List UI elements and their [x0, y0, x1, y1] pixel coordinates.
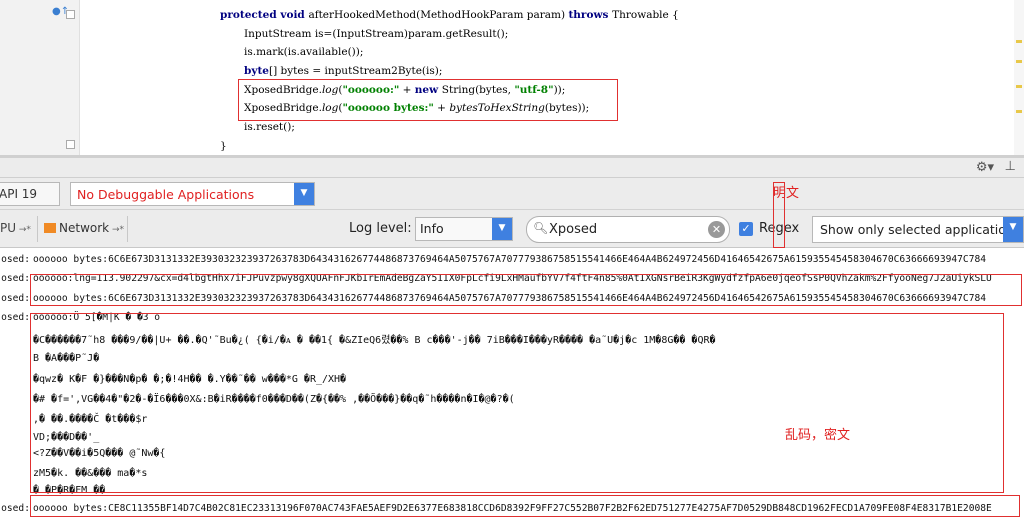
filter-value: Show only selected application	[820, 222, 1014, 237]
api-label: API 19	[0, 187, 38, 201]
tab-cpu[interactable]: PU →*	[0, 216, 38, 242]
code-token: Throwable {	[612, 9, 679, 21]
fold-icon[interactable]	[66, 140, 75, 149]
log-tag: osed:	[1, 503, 30, 514]
filter-combo[interactable]: Show only selected application ▼	[812, 216, 1024, 243]
pin-icon: →*	[109, 225, 125, 235]
fold-icon[interactable]	[66, 10, 75, 19]
log-tag: osed:	[1, 312, 30, 323]
code-token: is.mark(is.available());	[244, 46, 364, 58]
chevron-down-icon[interactable]: ▼	[294, 183, 314, 205]
log-tag: osed:	[1, 293, 30, 304]
plaintext-highlight	[30, 274, 1022, 306]
tool-window-header: ⚙▾ ⊥	[0, 158, 1024, 178]
code-token: protected	[220, 9, 281, 21]
search-value: Xposed	[549, 222, 598, 237]
network-icon	[44, 223, 56, 233]
code-line[interactable]: is.mark(is.available());	[244, 46, 363, 58]
log-level-label: Log level:	[349, 221, 412, 236]
log-line[interactable]: osed: oooooo bytes:6C6E673D3131332E393032…	[0, 250, 1024, 269]
code-token: void	[280, 9, 309, 21]
application-combo-label: No Debuggable Applications	[77, 187, 255, 202]
code-editor[interactable]: ●↑ protected void afterHookedMethod(Meth…	[0, 0, 1024, 155]
annotation-ciphertext: 乱码，密文	[785, 428, 851, 443]
log-message: oooooo bytes:6C6E673D3131332E39303232393…	[33, 254, 987, 265]
logcat-output[interactable]: osed: oooooo bytes:6C6E673D3131332E393032…	[0, 248, 1024, 523]
code-line[interactable]: byte[] bytes = inputStream2Byte(is);	[244, 65, 442, 77]
code-line[interactable]: protected void afterHookedMethod(MethodH…	[220, 9, 679, 21]
tab-network[interactable]: Network →*	[40, 216, 128, 242]
pin-icon: →*	[16, 225, 31, 235]
code-token: InputStream is=(InputStream)param.getRes…	[244, 28, 509, 40]
log-level-combo[interactable]: Info ▼	[415, 217, 513, 241]
annotation-arrow-box	[773, 182, 785, 248]
clear-icon[interactable]: ✕	[708, 221, 725, 238]
code-token: is.reset();	[244, 121, 295, 133]
code-token: byte	[244, 65, 269, 77]
log-level-value: Info	[420, 221, 444, 236]
code-line[interactable]: }	[220, 140, 227, 152]
chevron-down-icon[interactable]: ▼	[1003, 217, 1023, 242]
code-token: throws	[568, 9, 613, 21]
tab-network-label: Network	[59, 221, 110, 235]
logcat-toolbar: PU →* Network →* Log level: Info ▼ 🔍︎ Xp…	[0, 182, 1024, 248]
log-tag: osed:	[1, 254, 30, 265]
device-toolbar: API 19 No Debuggable Applications ▼ 明文	[0, 178, 1024, 210]
search-icon: 🔍︎	[533, 221, 549, 235]
search-input[interactable]: 🔍︎ Xposed ✕	[526, 216, 730, 243]
ciphertext-highlight	[30, 313, 1004, 493]
code-token: }	[220, 140, 227, 152]
tab-cpu-label: PU	[0, 221, 17, 235]
code-token: [] bytes = inputStream2Byte(is);	[268, 65, 443, 77]
log-tag: osed:	[1, 273, 30, 284]
editor-gutter: ●↑	[0, 0, 80, 155]
gear-icon[interactable]: ⚙▾	[976, 160, 994, 175]
code-token: afterHookedMethod(MethodHookParam param)	[308, 9, 569, 21]
code-line[interactable]: InputStream is=(InputStream)param.getRes…	[244, 28, 508, 40]
regex-checkbox[interactable]: ✓	[739, 222, 753, 236]
code-line[interactable]: is.reset();	[244, 121, 295, 133]
chevron-down-icon[interactable]: ▼	[492, 218, 512, 240]
minimize-icon[interactable]: ⊥	[1005, 159, 1016, 174]
api-level-combo[interactable]: API 19	[0, 182, 60, 206]
editor-scrollbar[interactable]	[1014, 0, 1024, 155]
hex-bytes-highlight	[30, 495, 1020, 517]
plain-text-log-highlight	[238, 79, 618, 121]
application-combo[interactable]: No Debuggable Applications ▼	[70, 182, 315, 206]
